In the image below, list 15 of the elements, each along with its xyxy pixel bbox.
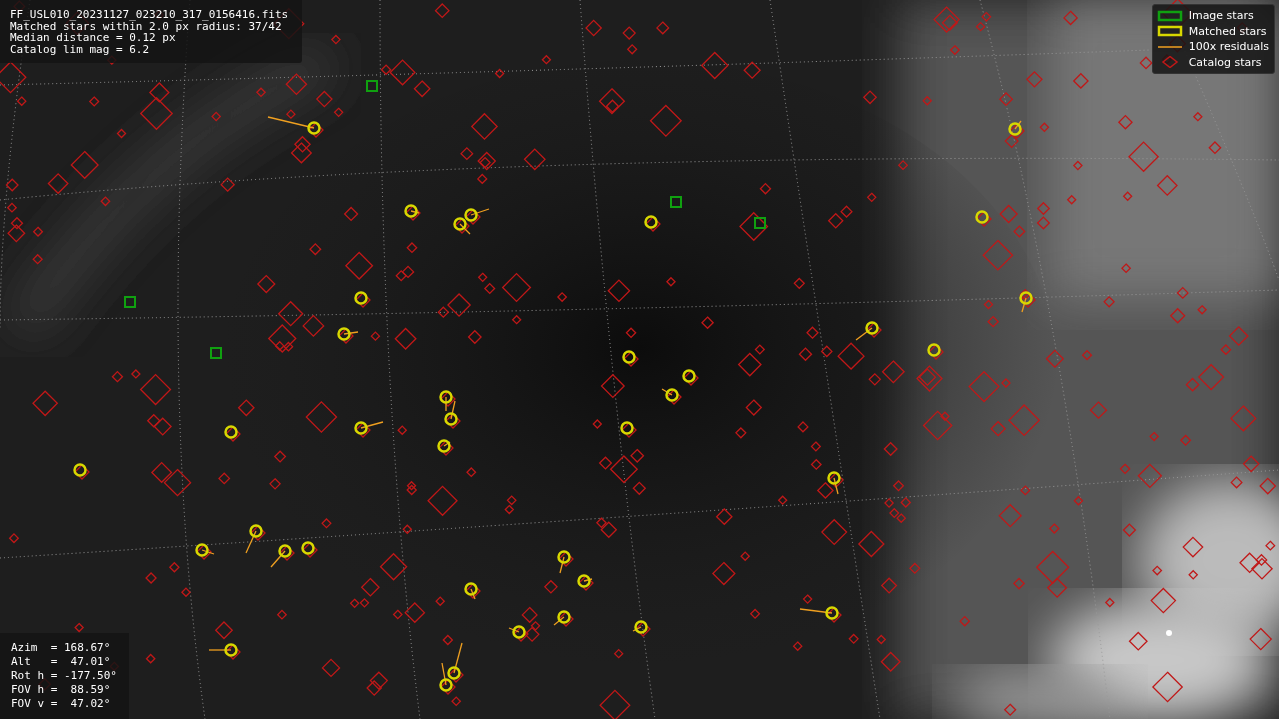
legend-square-icon bbox=[1156, 25, 1183, 38]
pointing-text: FOV v = 47.02° bbox=[11, 697, 112, 711]
legend-square-icon bbox=[1156, 9, 1183, 22]
info-text: Matched stars within 2.0 px radius: 37/42 bbox=[10, 20, 282, 32]
pointing-text: Rot h = -177.50° bbox=[11, 669, 117, 683]
legend-label: Image stars bbox=[1188, 9, 1254, 23]
legend-label: Matched stars bbox=[1188, 24, 1267, 38]
legend-label: Catalog stars bbox=[1188, 55, 1262, 69]
pointing-text: FOV h = 88.59° bbox=[11, 683, 112, 697]
info-text: FF_USL010_20231127_023210_317_0156416.fits bbox=[10, 9, 289, 21]
pointing-text: Azim = 168.67° bbox=[11, 641, 112, 655]
legend-label: 100x residuals bbox=[1188, 40, 1269, 54]
info-text: Median distance = 0.12 px bbox=[10, 32, 176, 44]
pointing-text: Alt = 47.01° bbox=[11, 655, 112, 669]
info-text: Catalog lim mag = 6.2 bbox=[10, 43, 151, 55]
